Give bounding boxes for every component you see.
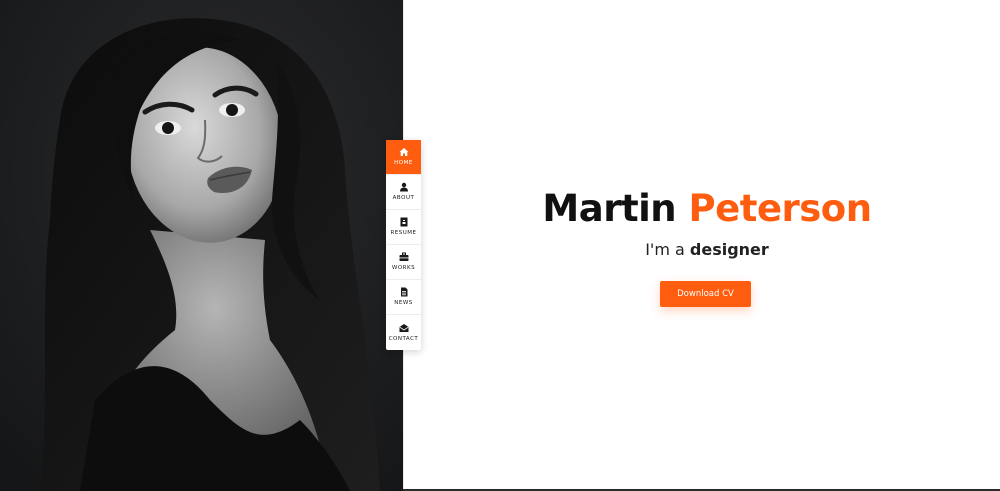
page: HOME ABOUT RESUME WORKS NEWS CONTACT Mar… bbox=[0, 0, 1000, 491]
hero-subtitle: I'm a designer bbox=[404, 238, 1000, 262]
hero-subtitle-prefix: I'm a bbox=[645, 240, 685, 259]
side-navigation: HOME ABOUT RESUME WORKS NEWS CONTACT bbox=[386, 140, 421, 350]
nav-item-news[interactable]: NEWS bbox=[386, 280, 421, 315]
nav-label-home: HOME bbox=[394, 160, 413, 167]
briefcase-icon bbox=[399, 252, 408, 262]
nav-item-works[interactable]: WORKS bbox=[386, 245, 421, 280]
nav-label-about: ABOUT bbox=[392, 195, 415, 202]
nav-label-works: WORKS bbox=[391, 265, 416, 272]
nav-label-resume: RESUME bbox=[390, 230, 417, 237]
hero-photo bbox=[0, 0, 403, 491]
nav-label-news: NEWS bbox=[394, 300, 413, 307]
nav-item-home[interactable]: HOME bbox=[386, 140, 421, 175]
hero-subtitle-role: designer bbox=[689, 240, 769, 259]
portrait-image bbox=[0, 0, 403, 491]
resume-icon bbox=[400, 217, 407, 227]
hero-first-name: Martin bbox=[542, 187, 677, 230]
news-icon bbox=[400, 287, 407, 297]
user-icon bbox=[399, 183, 408, 192]
nav-item-contact[interactable]: CONTACT bbox=[386, 315, 421, 350]
download-cv-button[interactable]: Download CV bbox=[660, 281, 751, 307]
envelope-icon bbox=[399, 323, 408, 332]
nav-label-contact: CONTACT bbox=[388, 335, 419, 342]
hero-name-heading: Martin Peterson bbox=[404, 184, 1000, 234]
nav-item-resume[interactable]: RESUME bbox=[386, 210, 421, 245]
nav-item-about[interactable]: ABOUT bbox=[386, 175, 421, 210]
home-icon bbox=[399, 148, 408, 157]
hero-last-name: Peterson bbox=[688, 187, 873, 230]
